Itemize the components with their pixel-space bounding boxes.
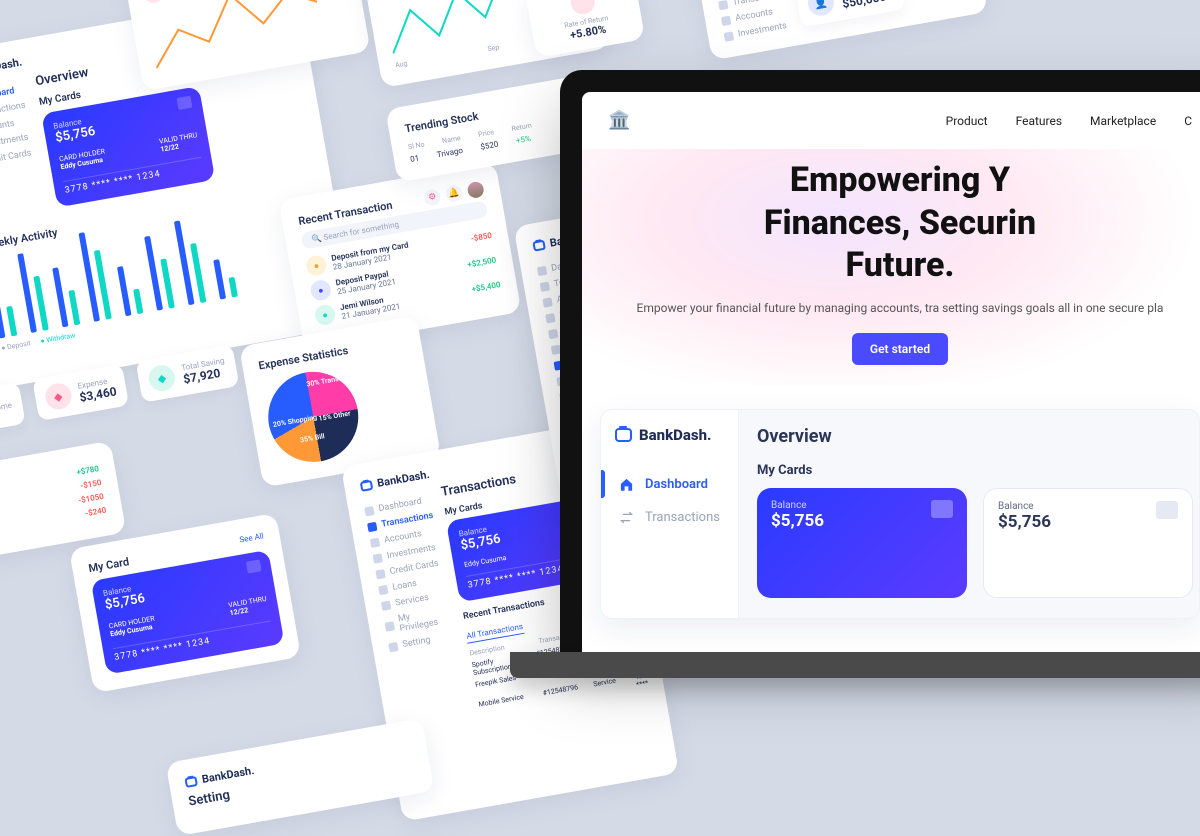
transfer-icon (619, 510, 634, 525)
avatar[interactable] (466, 181, 485, 200)
settings-icon[interactable]: ⚙ (423, 188, 442, 207)
rate-chip: Rate of Return +5.80% (525, 0, 645, 58)
stat-box: ◆ Income (0, 382, 25, 437)
laptop-base (510, 652, 1200, 678)
sidebar-item-transactions[interactable]: Transactions (615, 501, 724, 534)
nav-product[interactable]: Product (946, 114, 988, 128)
hero-title: Empowering Y Finances, Securin Future. (612, 159, 1188, 287)
page-title: Overview (757, 426, 1193, 447)
see-all-link[interactable]: See All (239, 531, 265, 548)
credit-card: Balance$5,756 CARD HOLDEREddy CusumaVALI… (41, 86, 215, 207)
brand-mark-icon (615, 428, 632, 442)
landing-header: 🏛️ Product Features Marketplace C (582, 92, 1200, 149)
dashboard-preview: BankDash. Dashboard Transactions Overvie… (600, 409, 1200, 619)
sidebar-item-dashboard[interactable]: Dashboard (615, 468, 724, 501)
expense-pie-chart: 30% Transfer20% Shopping15% Other35% Bil… (261, 365, 365, 469)
balance-card-secondary[interactable]: Balance$5,756 (983, 488, 1193, 598)
panel-setting: BankDash. Setting (166, 718, 435, 836)
nav-more[interactable]: C (1184, 114, 1192, 128)
hero: Empowering Y Finances, Securin Future. E… (582, 149, 1200, 385)
hero-subtitle: Empower your financial future by managin… (612, 301, 1188, 315)
nav-features[interactable]: Features (1016, 114, 1062, 128)
investment-line-chart (146, 0, 324, 68)
laptop-mockup: 🏛️ Product Features Marketplace C Empowe… (560, 70, 1200, 678)
panel-loans: BankDash. Dashboard Transactions Account… (692, 0, 988, 60)
get-started-button[interactable]: Get started (852, 333, 948, 365)
home-icon (619, 477, 634, 492)
brand: BankDash. (615, 426, 724, 444)
balance-card-primary[interactable]: Balance$5,756 (757, 488, 967, 598)
bell-icon[interactable]: 🔔 (445, 184, 464, 203)
nav-marketplace[interactable]: Marketplace (1090, 114, 1156, 128)
section-title: My Cards (757, 463, 1193, 478)
bank-logo-icon: 🏛️ (608, 110, 630, 131)
panel-mycard: My Card See All Balance$5,756 CARD HOLDE… (69, 513, 301, 693)
sidebar-mini: Dashboard Transactions Accounts Investme… (0, 85, 44, 222)
